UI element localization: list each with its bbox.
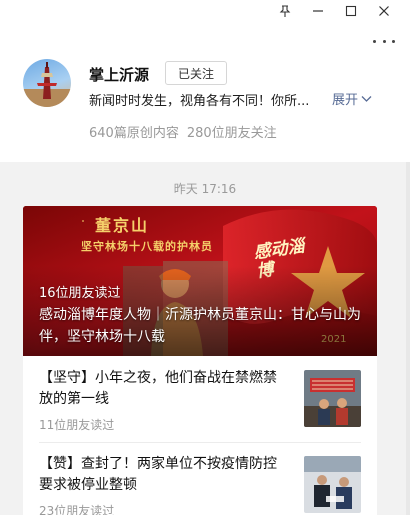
maximize-icon[interactable] bbox=[336, 0, 366, 22]
article-card: 董京山 坚守林场十八载的护林员 感动淄博 2021 16位朋友读过 感动淄博年度… bbox=[23, 206, 377, 515]
scrollbar[interactable] bbox=[406, 162, 410, 515]
article-thumbnail bbox=[304, 456, 361, 513]
banner-title: 董京山 bbox=[95, 216, 150, 235]
post-timestamp: 昨天 17:16 bbox=[173, 182, 237, 196]
list-item[interactable]: 【赞】查封了！两家单位不按疫情防控要求被停业整顿 23位朋友读过 bbox=[39, 454, 361, 515]
avatar[interactable] bbox=[23, 59, 71, 107]
banner-subtitle: 坚守林场十八载的护林员 bbox=[81, 240, 213, 253]
account-header: 掌上沂源 已关注 新闻时时发生，视角各有不同！你所... 展开 640篇原创内容… bbox=[0, 0, 410, 162]
cover-title: 感动淄博年度人物｜沂源护林员董京山：甘心与山为伴，坚守林场十八载 bbox=[39, 307, 361, 345]
list-item[interactable]: 【坚守】小年之夜，他们奋战在禁燃禁放的第一线 11位朋友读过 bbox=[39, 368, 361, 440]
article-reads: 11位朋友读过 bbox=[39, 418, 115, 432]
chevron-down-icon bbox=[361, 95, 372, 102]
expand-button[interactable]: 展开 bbox=[332, 89, 372, 108]
account-stats: 640篇原创内容 280位朋友关注 bbox=[89, 122, 277, 141]
account-description: 新闻时时发生，视角各有不同！你所... bbox=[89, 94, 310, 109]
divider bbox=[39, 442, 361, 443]
account-name[interactable]: 掌上沂源 bbox=[89, 64, 149, 85]
pin-icon[interactable] bbox=[270, 0, 300, 22]
minimize-icon[interactable] bbox=[303, 0, 333, 22]
cover-article[interactable]: 董京山 坚守林场十八载的护林员 感动淄博 2021 16位朋友读过 感动淄博年度… bbox=[23, 206, 377, 356]
cover-reads: 16位朋友读过 bbox=[39, 286, 121, 301]
follow-button[interactable]: 已关注 bbox=[165, 61, 227, 85]
article-title: 【赞】查封了！两家单位不按疫情防控要求被停业整顿 bbox=[39, 456, 277, 493]
expand-label: 展开 bbox=[332, 93, 359, 108]
followers-count: 280位朋友关注 bbox=[186, 126, 277, 141]
window-title-bar bbox=[0, 0, 410, 22]
more-icon[interactable] bbox=[373, 36, 395, 46]
original-count: 640篇原创内容 bbox=[89, 126, 179, 141]
article-thumbnail bbox=[304, 370, 361, 427]
article-reads: 23位朋友读过 bbox=[39, 504, 115, 515]
article-title: 【坚守】小年之夜，他们奋战在禁燃禁放的第一线 bbox=[39, 370, 277, 407]
article-feed: 昨天 17:16 董京山 坚守林场十八载的护林员 感动淄博 16位朋友读过 感动… bbox=[0, 162, 410, 515]
close-icon[interactable] bbox=[369, 0, 399, 22]
